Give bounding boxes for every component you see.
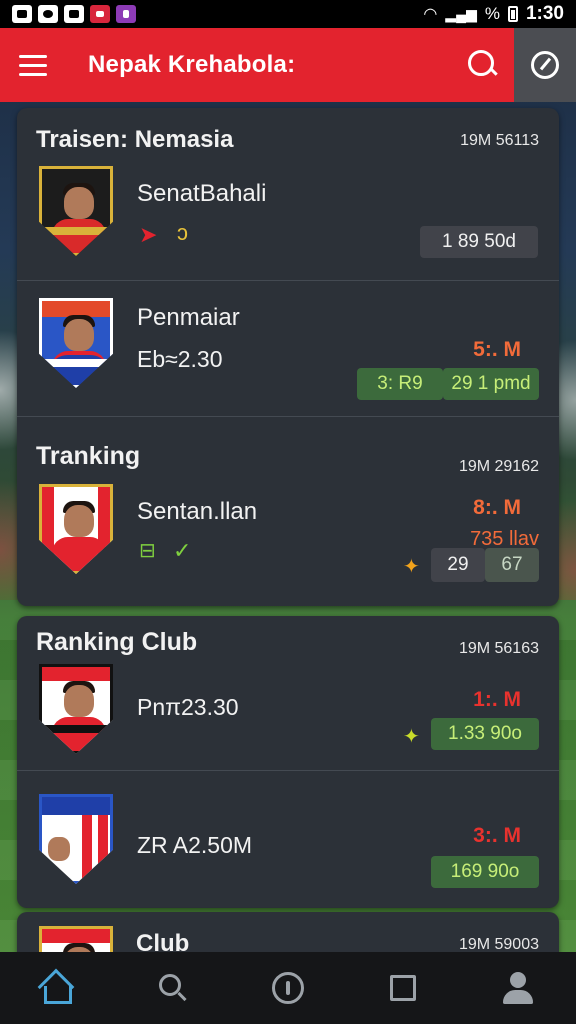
- divider: [17, 280, 559, 281]
- ranking-club-card: Ranking Club 19M 56163 Pnπ23.30 1:. M ✦ …: [17, 616, 559, 908]
- status-bar: ◠ ▂▄▆ % 1:30: [0, 0, 576, 28]
- explore-icon[interactable]: [268, 968, 308, 1008]
- heart-icon: [90, 5, 110, 23]
- camera-icon: [64, 5, 84, 23]
- signal-icon: ▂▄▆: [445, 5, 477, 22]
- club-crest: [39, 298, 113, 388]
- clock: 1:30: [525, 3, 564, 24]
- bottom-navigation: [0, 952, 576, 1024]
- compass-icon: [531, 51, 559, 79]
- section-meta: 19M 56113: [460, 132, 539, 149]
- trophy-icon: ⊟: [139, 540, 156, 562]
- club-crest: [39, 484, 113, 574]
- club-value: Pnπ23.30: [137, 694, 239, 720]
- star-icon: ✦: [403, 726, 420, 748]
- app-bar: Nepak Krehabola:: [0, 28, 576, 102]
- menu-icon: [19, 54, 47, 58]
- badge-right: 29 1 pmd: [443, 368, 539, 400]
- stat-value: 5:. M: [473, 338, 521, 361]
- signal-text: %: [484, 4, 500, 23]
- value-badge: 1 89 50d: [420, 226, 538, 258]
- section-meta: 19M 29162: [458, 458, 539, 475]
- club-name: SenatBahali: [137, 180, 267, 207]
- notification-icons: [12, 5, 136, 23]
- check-icon: ✓: [173, 538, 192, 563]
- value-badge: 169 90o: [431, 856, 539, 888]
- profile-icon[interactable]: [498, 968, 538, 1008]
- badge-left: 29: [431, 548, 485, 582]
- menu-button[interactable]: [0, 28, 66, 102]
- stat-value: 3:. M: [473, 824, 521, 847]
- section-meta: 19M 56163: [458, 640, 539, 657]
- divider: [17, 770, 559, 771]
- section-title: Tranking: [36, 442, 141, 470]
- divider: [17, 416, 559, 417]
- value-badge: 1.33 90o: [431, 718, 539, 750]
- battery-icon: [507, 6, 518, 22]
- club-crest: [39, 664, 113, 754]
- club-name: Penmaiar: [137, 304, 240, 331]
- badge-right: 67: [485, 548, 539, 582]
- club-crest: [39, 166, 113, 256]
- club-crest: [39, 794, 113, 884]
- home-icon[interactable]: [37, 968, 78, 1008]
- explore-button[interactable]: [514, 28, 576, 102]
- alarm-icon: [38, 5, 58, 23]
- section-title: Traisen: Nemasia: [36, 126, 234, 153]
- badge-left: 3: R9: [357, 368, 443, 400]
- arrow-icon: ➤: [139, 222, 158, 247]
- ranking-card: Traisen: Nemasia 19M 56113 SenatBahali ➤…: [17, 108, 559, 606]
- search-icon[interactable]: [153, 968, 193, 1008]
- club-value: ZR A2.50M: [137, 832, 253, 858]
- medal-icon: ↄ: [177, 220, 188, 245]
- stat-value: 1:. M: [473, 688, 521, 711]
- app-notification-icon: [12, 5, 32, 23]
- app-title: Nepak Krehabola:: [88, 51, 296, 78]
- stat-value: 8:. M: [473, 496, 521, 519]
- section-title: Ranking Club: [36, 628, 198, 656]
- search-icon: [468, 50, 494, 76]
- media-icon: [116, 5, 136, 23]
- square-icon[interactable]: [383, 968, 423, 1008]
- star-icon: ✦: [403, 556, 420, 578]
- search-button[interactable]: [466, 48, 498, 80]
- club-value: Eb≈2.30: [137, 346, 223, 372]
- wifi-icon: ◠: [423, 6, 438, 23]
- club-name: Sentan.llan: [137, 498, 258, 525]
